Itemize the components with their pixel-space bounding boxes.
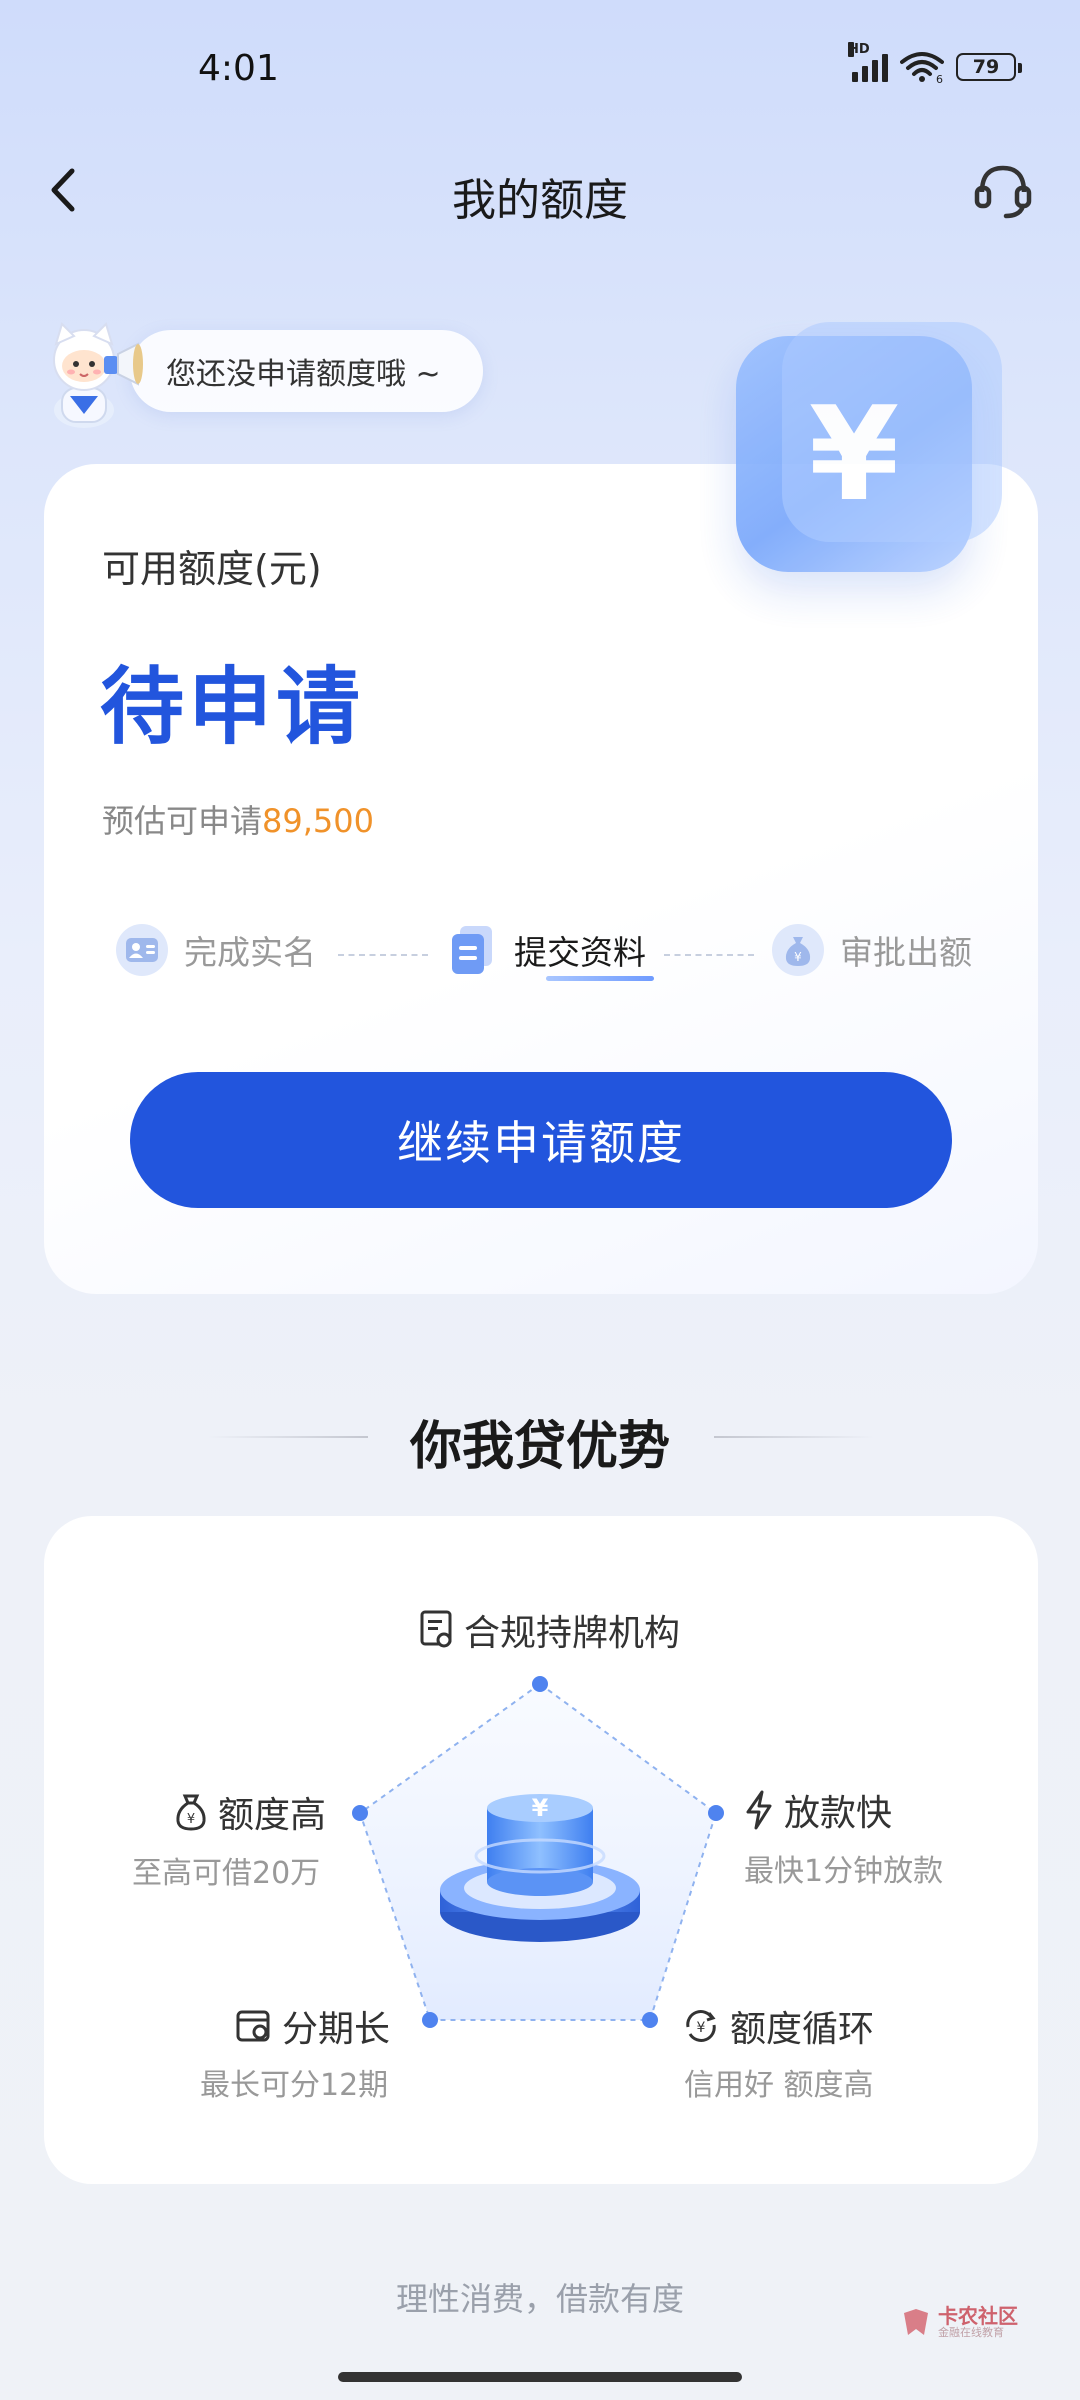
feature-fast-loan: 放款快 xyxy=(744,1784,892,1836)
hd-label: HD xyxy=(848,42,870,57)
advantages-title: 你我贷优势 xyxy=(409,1417,670,1477)
status-icons: HD 6 79 xyxy=(848,42,1022,84)
lightning-icon xyxy=(746,1790,772,1830)
feature-label: 合规持牌机构 xyxy=(464,1613,681,1654)
watermark-logo-icon xyxy=(904,2308,928,2335)
feature-label: 分期长 xyxy=(282,2009,391,2050)
certificate-icon xyxy=(420,1610,452,1648)
document-icon xyxy=(446,924,498,976)
step-submit: 提交资料 xyxy=(446,924,646,976)
mascot-icon xyxy=(53,322,143,428)
feature-label: 放款快 xyxy=(784,1793,893,1834)
title-decor-line xyxy=(714,1436,874,1438)
step-connector xyxy=(338,954,428,956)
feature-sub: 最快1分钟放款 xyxy=(744,1854,944,1889)
quota-status: 待申请 xyxy=(100,658,365,756)
feature-label: 额度高 xyxy=(218,1795,327,1836)
svg-text:¥: ¥ xyxy=(794,950,802,964)
cycle-yen-icon: ¥ xyxy=(686,2010,716,2042)
yen-symbol: ¥ xyxy=(808,378,900,530)
signal-icon: HD xyxy=(848,42,888,82)
svg-text:¥: ¥ xyxy=(697,2020,706,2036)
money-bag-icon: ¥ xyxy=(772,924,824,976)
available-quota-label: 可用额度(元) xyxy=(102,547,322,591)
step-connector xyxy=(664,954,754,956)
active-step-underline xyxy=(546,976,654,981)
headset-icon xyxy=(974,165,1032,219)
step-label: 审批出额 xyxy=(840,933,972,972)
hint-bubble: 您还没申请额度哦 ~ xyxy=(130,330,483,412)
feature-high-quota: ¥ 额度高 xyxy=(174,1786,326,1838)
wifi-sub-label: 6 xyxy=(936,73,943,84)
customer-service-button[interactable] xyxy=(970,158,1036,224)
step-label: 完成实名 xyxy=(184,933,316,972)
feature-sub: 信用好 额度高 xyxy=(684,2068,874,2103)
step-verify: 完成实名 xyxy=(116,924,316,976)
feature-sub: 最长可分12期 xyxy=(200,2068,389,2103)
estimate-amount: 89,500 xyxy=(262,802,374,840)
estimate-text: 预估可申请89,500 xyxy=(102,796,374,842)
page-title: 我的额度 xyxy=(452,175,628,226)
id-card-icon xyxy=(116,924,168,976)
feature-licensed: 合规持牌机构 xyxy=(420,1604,680,1656)
home-indicator[interactable] xyxy=(338,2372,742,2382)
status-time: 4:01 xyxy=(198,48,279,89)
feature-label: 额度循环 xyxy=(730,2009,875,2050)
svg-text:¥: ¥ xyxy=(187,1812,195,1827)
calendar-icon xyxy=(236,2010,270,2042)
yen-card-icon: ¥ xyxy=(736,322,1002,572)
feature-revolving: ¥ 额度循环 xyxy=(682,2000,874,2052)
continue-apply-button[interactable]: 继续申请额度 xyxy=(130,1072,952,1208)
feature-sub: 至高可借20万 xyxy=(132,1856,321,1891)
battery-icon: 79 xyxy=(956,53,1022,81)
feature-long-term: 分期长 xyxy=(236,2000,390,2052)
application-steps: 完成实名 提交资料 ¥ 审批出额 xyxy=(116,924,986,984)
step-approve: ¥ 审批出额 xyxy=(772,924,972,976)
estimate-prefix: 预估可申请 xyxy=(102,802,263,840)
money-bag-icon: ¥ xyxy=(176,1794,206,1831)
wifi-icon: 6 xyxy=(900,52,944,84)
watermark: 卡农社区 金融在线教育 xyxy=(900,2306,1018,2339)
watermark-title: 卡农社区 xyxy=(938,2304,1018,2328)
step-label: 提交资料 xyxy=(514,933,646,972)
